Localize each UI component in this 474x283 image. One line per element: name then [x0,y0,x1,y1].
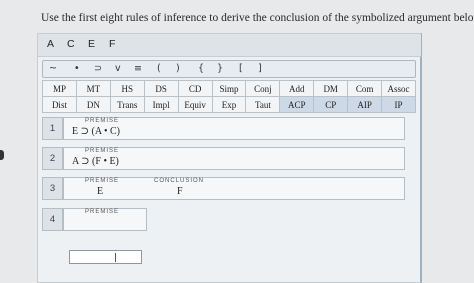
line-content[interactable]: PREMISE A ⊃ (F • E) [63,147,405,170]
rule-simp-button[interactable]: Simp [211,80,247,97]
dot-symbol-button[interactable]: • [74,63,80,74]
right-paren-button[interactable]: ) [176,63,180,74]
line-number: 1 [42,117,63,140]
rule-dn-button[interactable]: DN [75,96,111,113]
rule-aip-button[interactable]: AIP [347,96,383,113]
letter-f-button[interactable]: F [109,38,115,50]
conclusion-tag: CONCLUSION [154,178,205,184]
premise-tag: PREMISE [85,118,120,124]
new-line-input[interactable] [69,250,142,264]
line-number: 3 [42,177,63,200]
instructions: Use the first eight rules of inference t… [41,12,474,24]
rule-cp-button[interactable]: CP [313,96,349,113]
right-brace-button[interactable]: } [217,63,223,74]
rule-trans-button[interactable]: Trans [109,96,145,113]
left-edge-marker [0,150,4,160]
triple-bar-symbol-button[interactable]: ≡ [134,63,142,74]
letter-e-button[interactable]: E [88,38,95,50]
proof-panel: A C E F ~ • ⊃ v ≡ ( ) { } [ ] MP MT HS D… [37,33,422,283]
line-number: 4 [42,208,63,231]
conclusion-expression: F [177,186,183,197]
line-content[interactable]: PREMISE E ⊃ (A • C) [63,117,405,140]
rule-equiv-button[interactable]: Equiv [177,96,213,113]
rule-impl-button[interactable]: Impl [143,96,179,113]
line-content[interactable]: PREMISE E CONCLUSION F [63,177,405,200]
premise-tag: PREMISE [85,148,120,154]
rule-cd-button[interactable]: CD [177,80,213,97]
rule-assoc-button[interactable]: Assoc [381,80,416,97]
line-number: 2 [42,147,63,170]
rules-row-replacement: Dist DN Trans Impl Equiv Exp Taut ACP CP… [42,96,416,113]
rule-com-button[interactable]: Com [347,80,383,97]
symbol-bar: ~ • ⊃ v ≡ ( ) { } [ ] [42,60,416,78]
letter-bar: A C E F [38,34,421,57]
rule-mt-button[interactable]: MT [75,80,111,97]
rule-dm-button[interactable]: DM [313,80,349,97]
tilde-symbol-button[interactable]: ~ [49,63,57,74]
right-bracket-button[interactable]: ] [258,63,262,74]
letter-a-button[interactable]: A [47,38,54,50]
rule-exp-button[interactable]: Exp [211,96,247,113]
line-expression: E ⊃ (A • C) [72,126,120,137]
line-expression: E [97,186,104,197]
text-caret [115,253,116,262]
letter-c-button[interactable]: C [67,38,75,50]
rule-taut-button[interactable]: Taut [245,96,281,113]
horseshoe-symbol-button[interactable]: ⊃ [94,63,102,74]
rule-ds-button[interactable]: DS [143,80,179,97]
left-paren-button[interactable]: ( [157,63,161,74]
rule-acp-button[interactable]: ACP [279,96,315,113]
rules-row-inference: MP MT HS DS CD Simp Conj Add DM Com Asso… [42,80,416,97]
wedge-symbol-button[interactable]: v [115,63,121,74]
left-bracket-button[interactable]: [ [239,63,243,74]
premise-tag: PREMISE [85,178,120,184]
rule-conj-button[interactable]: Conj [245,80,281,97]
rules-table: MP MT HS DS CD Simp Conj Add DM Com Asso… [42,80,416,113]
rule-add-button[interactable]: Add [279,80,315,97]
rule-ip-button[interactable]: IP [381,96,416,113]
rule-dist-button[interactable]: Dist [42,96,77,113]
rule-hs-button[interactable]: HS [109,80,145,97]
premise-tag: PREMISE [85,209,120,215]
line-expression: A ⊃ (F • E) [72,156,119,167]
line-content: PREMISE [63,208,147,231]
rule-mp-button[interactable]: MP [42,80,77,97]
left-brace-button[interactable]: { [198,63,204,74]
